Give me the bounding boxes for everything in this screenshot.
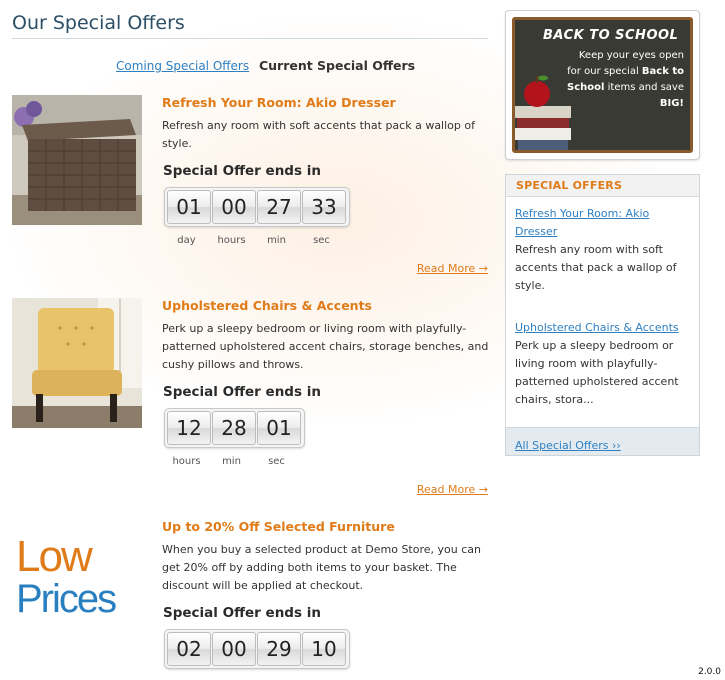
- low-prices-text-low: Low: [16, 533, 93, 581]
- offer-ends-label: Special Offer ends in: [163, 384, 321, 400]
- offer-tabs: Coming Special Offers Current Special Of…: [116, 58, 415, 73]
- sidebar-heading: SPECIAL OFFERS: [506, 175, 699, 197]
- read-more-link[interactable]: Read More →: [417, 483, 488, 496]
- offer-image-yellow-chair[interactable]: [12, 298, 142, 428]
- timer-minutes: 29: [257, 632, 301, 666]
- offer-item: Low Prices Up to 20% Off Selected Furnit…: [12, 519, 488, 679]
- offer-ends-label: Special Offer ends in: [163, 605, 321, 621]
- back-to-school-banner[interactable]: BACK TO SCHOOL Keep your eyes open for o…: [505, 10, 700, 160]
- promo-text-part: items and save: [604, 82, 684, 93]
- sidebar-offer-text: Refresh any room with soft accents that …: [515, 243, 677, 292]
- offer-ends-label: Special Offer ends in: [163, 163, 321, 179]
- all-special-offers-link[interactable]: All Special Offers ››: [515, 439, 621, 452]
- countdown-timer: 02 00 29 10: [164, 629, 350, 669]
- main-content: Our Special Offers Coming Special Offers…: [12, 0, 488, 680]
- offer-image-low-prices[interactable]: Low Prices: [12, 533, 142, 633]
- timer-hours: 00: [212, 190, 256, 224]
- timer-labels: day hours min sec: [164, 235, 344, 246]
- timer-label-sec: sec: [268, 456, 285, 467]
- sidebar-offer-link[interactable]: Refresh Your Room: Akio Dresser: [515, 205, 693, 241]
- timer-hours: 12: [167, 411, 211, 445]
- timer-seconds: 01: [257, 411, 301, 445]
- timer-minutes: 27: [257, 190, 301, 224]
- offer-item: Refresh Your Room: Akio Dresser Refresh …: [12, 95, 488, 280]
- timer-label-min: min: [267, 235, 286, 246]
- countdown-timer: 12 28 01: [164, 408, 305, 448]
- offer-description: When you buy a selected product at Demo …: [162, 543, 481, 592]
- low-prices-text-prices: Prices: [16, 577, 117, 621]
- sidebar-offer-text: Perk up a sleepy bedroom or living room …: [515, 339, 679, 406]
- timer-label-hours: hours: [217, 235, 246, 246]
- promo-heading: BACK TO SCHOOL: [543, 28, 679, 43]
- timer-days: 02: [167, 632, 211, 666]
- timer-minutes: 28: [212, 411, 256, 445]
- offer-title[interactable]: Up to 20% Off Selected Furniture: [162, 519, 395, 534]
- timer-labels: hours min sec: [164, 456, 299, 467]
- sidebar-special-offers: SPECIAL OFFERS Refresh Your Room: Akio D…: [505, 174, 700, 456]
- sidebar-offer-link[interactable]: Upholstered Chairs & Accents: [515, 319, 693, 337]
- tab-coming-offers[interactable]: Coming Special Offers: [116, 59, 249, 73]
- sidebar-offer-item: Upholstered Chairs & Accents Perk up a s…: [515, 319, 693, 409]
- offer-item: Upholstered Chairs & Accents Perk up a s…: [12, 298, 488, 498]
- promo-text: Keep your eyes open for our special Back…: [564, 48, 684, 112]
- timer-label-sec: sec: [313, 235, 330, 246]
- offer-title[interactable]: Refresh Your Room: Akio Dresser: [162, 95, 396, 110]
- title-divider: [12, 38, 488, 39]
- sidebar-offer-item: Refresh Your Room: Akio Dresser Refresh …: [515, 205, 693, 295]
- chalkboard-graphic: BACK TO SCHOOL Keep your eyes open for o…: [512, 17, 693, 153]
- offer-title[interactable]: Upholstered Chairs & Accents: [162, 298, 372, 313]
- timer-seconds: 10: [302, 632, 346, 666]
- timer-hours: 00: [212, 632, 256, 666]
- version-label: 2.0.0: [698, 667, 721, 677]
- tab-current-offers: Current Special Offers: [258, 58, 416, 73]
- offer-description: Perk up a sleepy bedroom or living room …: [162, 322, 489, 371]
- promo-text-bold: BIG!: [659, 98, 684, 109]
- timer-label-hours: hours: [172, 456, 201, 467]
- read-more-link[interactable]: Read More →: [417, 262, 488, 275]
- timer-label-min: min: [222, 456, 241, 467]
- countdown-timer: 01 00 27 33: [164, 187, 350, 227]
- timer-seconds: 33: [302, 190, 346, 224]
- offer-description: Refresh any room with soft accents that …: [162, 119, 475, 150]
- timer-days: 01: [167, 190, 211, 224]
- sidebar-footer: All Special Offers ››: [506, 427, 699, 455]
- offer-image-storage-box[interactable]: [12, 95, 142, 225]
- timer-label-day: day: [177, 235, 196, 246]
- page-title: Our Special Offers: [12, 12, 185, 34]
